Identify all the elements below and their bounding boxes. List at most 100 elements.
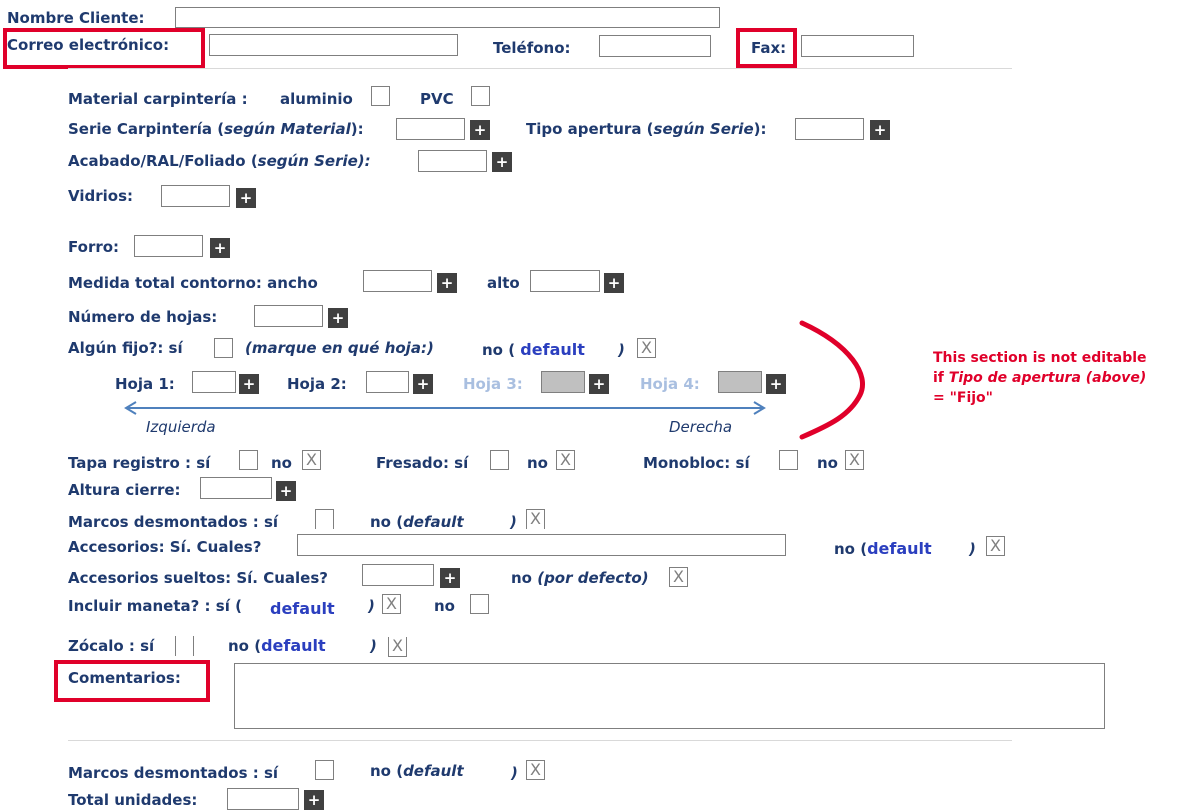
numero-hojas-input[interactable] bbox=[254, 305, 323, 327]
forro-label: Forro: bbox=[68, 238, 120, 256]
maneta-si-checkbox[interactable]: X bbox=[382, 594, 401, 614]
direction-arrow-icon bbox=[124, 401, 766, 415]
acabado-label: Acabado/RAL/Foliado (según Serie): bbox=[68, 152, 371, 170]
zocalo-label: Zócalo : sí bbox=[68, 637, 155, 655]
fijo-label: Algún fijo?: sí bbox=[68, 339, 183, 357]
alto-input[interactable] bbox=[530, 270, 600, 292]
material-label: Material carpintería : bbox=[68, 90, 248, 108]
accesorios-label: Accesorios: Sí. Cuales? bbox=[68, 538, 262, 556]
monobloc-si-checkbox[interactable] bbox=[779, 450, 798, 470]
total-label: Total unidades: bbox=[68, 791, 198, 809]
aluminio-label: aluminio bbox=[280, 90, 353, 108]
pvc-checkbox[interactable] bbox=[471, 86, 490, 106]
sueltos-no-label: no (por defecto) bbox=[511, 569, 649, 587]
fijo-si-checkbox[interactable] bbox=[214, 338, 233, 358]
bracket-annotation-icon bbox=[799, 320, 865, 440]
correo-input[interactable] bbox=[209, 34, 458, 56]
hoja1-add-button[interactable]: + bbox=[239, 374, 259, 394]
hoja4-input bbox=[718, 371, 762, 393]
sueltos-input[interactable] bbox=[362, 564, 434, 586]
hoja2-input[interactable] bbox=[366, 371, 409, 393]
altura-label: Altura cierre: bbox=[68, 481, 181, 499]
alto-label: alto bbox=[487, 274, 520, 292]
fijo-no-checkbox[interactable]: X bbox=[637, 338, 656, 358]
hoja3-label: Hoja 3: bbox=[463, 375, 523, 393]
highlight-fax bbox=[736, 28, 797, 68]
altura-add-button[interactable]: + bbox=[276, 481, 296, 501]
marcos-si-checkbox[interactable] bbox=[315, 509, 334, 529]
numero-hojas-label: Número de hojas: bbox=[68, 308, 218, 326]
fresado-label: Fresado: sí bbox=[376, 454, 469, 472]
marcos-no-checkbox[interactable]: X bbox=[526, 509, 545, 529]
zocalo-no-checkbox[interactable]: X bbox=[388, 637, 407, 657]
fijo-no-label: no ( default bbox=[482, 340, 585, 360]
zocalo-no-label: no (default bbox=[228, 636, 326, 656]
monobloc-no-label: no bbox=[817, 454, 838, 472]
sueltos-label: Accesorios sueltos: Sí. Cuales? bbox=[68, 569, 328, 587]
fresado-si-checkbox[interactable] bbox=[490, 450, 509, 470]
tapa-no-checkbox[interactable]: X bbox=[302, 450, 321, 470]
aluminio-checkbox[interactable] bbox=[371, 86, 390, 106]
marcos-label: Marcos desmontados : sí bbox=[68, 513, 279, 531]
marcos2-label: Marcos desmontados : sí bbox=[68, 764, 279, 782]
serie-add-button[interactable]: + bbox=[470, 120, 490, 140]
tipo-apertura-add-button[interactable]: + bbox=[870, 120, 890, 140]
hoja4-add-button: + bbox=[766, 374, 786, 394]
hoja1-input[interactable] bbox=[192, 371, 236, 393]
serie-input[interactable] bbox=[396, 118, 465, 140]
total-add-button[interactable]: + bbox=[304, 790, 324, 810]
monobloc-label: Monobloc: sí bbox=[643, 454, 750, 472]
tapa-label: Tapa registro : sí bbox=[68, 454, 211, 472]
fresado-no-label: no bbox=[527, 454, 548, 472]
acabado-input[interactable] bbox=[418, 150, 487, 172]
forro-add-button[interactable]: + bbox=[210, 238, 230, 258]
telefono-input[interactable] bbox=[599, 35, 711, 57]
fax-input[interactable] bbox=[801, 35, 914, 57]
hoja1-label: Hoja 1: bbox=[115, 375, 175, 393]
altura-input[interactable] bbox=[200, 477, 272, 499]
acabado-add-button[interactable]: + bbox=[492, 152, 512, 172]
ancho-input[interactable] bbox=[363, 270, 432, 292]
numero-hojas-add-button[interactable]: + bbox=[328, 308, 348, 328]
tapa-no-label: no bbox=[271, 454, 292, 472]
nombre-cliente-label: Nombre Cliente: bbox=[7, 9, 145, 27]
sueltos-add-button[interactable]: + bbox=[440, 568, 460, 588]
divider-bottom bbox=[68, 740, 1012, 741]
nombre-cliente-input[interactable] bbox=[175, 7, 720, 28]
hoja4-label: Hoja 4: bbox=[640, 375, 700, 393]
maneta-no-label: no bbox=[434, 597, 455, 615]
hoja2-label: Hoja 2: bbox=[287, 375, 347, 393]
fresado-no-checkbox[interactable]: X bbox=[556, 450, 575, 470]
accesorios-input[interactable] bbox=[297, 534, 786, 556]
maneta-close-paren: ) bbox=[368, 597, 375, 615]
vidrios-add-button[interactable]: + bbox=[236, 188, 256, 208]
hoja3-add-button: + bbox=[589, 374, 609, 394]
pvc-label: PVC bbox=[420, 90, 454, 108]
zocalo-si-checkbox[interactable] bbox=[175, 636, 194, 656]
marcos-no-label: no (default bbox=[370, 513, 464, 531]
marcos2-close-paren: ) bbox=[511, 764, 518, 782]
hoja2-add-button[interactable]: + bbox=[413, 374, 433, 394]
accesorios-no-checkbox[interactable]: X bbox=[986, 536, 1005, 556]
highlight-correo bbox=[3, 28, 205, 69]
comentarios-textarea[interactable] bbox=[234, 663, 1105, 729]
hoja3-input bbox=[541, 371, 585, 393]
sueltos-no-checkbox[interactable]: X bbox=[669, 567, 688, 587]
monobloc-no-checkbox[interactable]: X bbox=[845, 450, 864, 470]
marcos2-no-checkbox[interactable]: X bbox=[526, 760, 545, 780]
vidrios-label: Vidrios: bbox=[68, 187, 133, 205]
alto-add-button[interactable]: + bbox=[604, 273, 624, 293]
ancho-add-button[interactable]: + bbox=[437, 273, 457, 293]
vidrios-input[interactable] bbox=[161, 185, 230, 207]
accesorios-close-paren: ) bbox=[969, 540, 976, 558]
tipo-apertura-input[interactable] bbox=[795, 118, 864, 140]
tapa-si-checkbox[interactable] bbox=[239, 450, 258, 470]
zocalo-close-paren: ) bbox=[370, 637, 377, 655]
marcos2-no-label: no (default bbox=[370, 762, 464, 780]
marcos2-si-checkbox[interactable] bbox=[315, 760, 334, 780]
total-input[interactable] bbox=[227, 788, 299, 810]
fijo-marque-label: (marque en qué hoja:) bbox=[245, 339, 434, 357]
maneta-default-label: default bbox=[270, 599, 335, 618]
forro-input[interactable] bbox=[134, 235, 203, 257]
maneta-no-checkbox[interactable] bbox=[470, 594, 489, 614]
